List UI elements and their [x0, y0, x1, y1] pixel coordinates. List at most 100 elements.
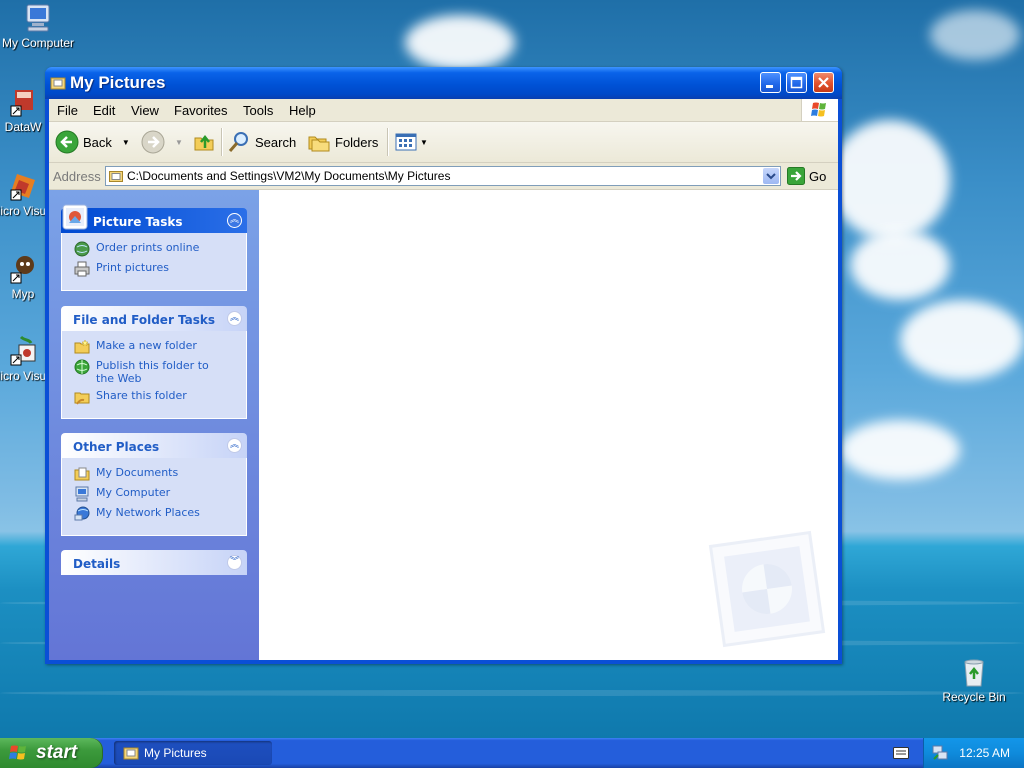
task-pane: Picture Tasks ︽ Order prints online Prin…	[49, 190, 259, 660]
start-button[interactable]: start	[0, 738, 103, 768]
visual-tool-icon	[10, 335, 36, 366]
visual-studio-icon	[10, 174, 35, 201]
maximize-icon	[790, 76, 803, 89]
chevron-down-icon[interactable]: ▼	[122, 138, 130, 147]
toolbar-separator	[387, 128, 389, 156]
menu-favorites[interactable]: Favorites	[174, 103, 227, 118]
cloud	[930, 10, 1020, 60]
recycle-bin-icon	[964, 659, 984, 687]
go-arrow-icon	[787, 167, 805, 185]
menu-edit[interactable]: Edit	[93, 103, 115, 118]
place-my-computer[interactable]: My Computer	[74, 486, 246, 506]
other-places-header[interactable]: Other Places ︽	[61, 433, 247, 458]
new-folder-icon	[74, 339, 90, 354]
network-status-icon[interactable]	[932, 745, 948, 761]
task-label: My Computer	[96, 486, 171, 499]
desktop-icon-label: Myp	[11, 287, 35, 301]
go-button[interactable]: Go	[787, 167, 826, 185]
desktop-icon-label: Recycle Bin	[942, 690, 1006, 704]
start-label: start	[36, 742, 78, 763]
task-label: My Documents	[96, 466, 179, 479]
search-label: Search	[255, 134, 297, 150]
back-label: Back	[83, 134, 112, 150]
task-label: My Network Places	[96, 506, 200, 519]
clock[interactable]: 12:25 AM	[959, 746, 1010, 760]
file-folder-tasks-header[interactable]: File and Folder Tasks ︽	[61, 306, 247, 331]
picture-tasks-header[interactable]: Picture Tasks ︽	[61, 204, 247, 233]
wave	[0, 690, 1024, 696]
share-folder-icon	[74, 392, 90, 405]
computer-icon	[26, 4, 50, 32]
menu-help[interactable]: Help	[289, 103, 316, 118]
my-documents-icon	[74, 467, 90, 481]
minimize-icon	[766, 85, 773, 88]
desktop-icon-my-computer[interactable]: My Computer	[0, 2, 76, 51]
keyboard-icon[interactable]	[893, 747, 909, 759]
up-folder-button[interactable]	[192, 130, 216, 154]
standard-toolbar: Back ▼ ▼ Search Folders ▼	[49, 122, 838, 163]
taskbar-window-label: My Pictures	[144, 746, 207, 760]
menu-view[interactable]: View	[131, 103, 159, 118]
maximize-button[interactable]	[786, 72, 807, 93]
forward-button[interactable]: ▼	[141, 130, 183, 154]
back-button[interactable]: Back ▼	[55, 130, 130, 154]
file-folder-tasks-title: File and Folder Tasks	[73, 313, 216, 327]
window-body: File Edit View Favorites Tools Help Back…	[49, 99, 838, 660]
close-button[interactable]	[813, 72, 834, 93]
picture-tasks-icon	[62, 204, 88, 230]
explorer-window: My Pictures File Edit View Favorites Too…	[45, 67, 842, 664]
close-icon	[818, 77, 829, 88]
other-places-title: Other Places	[73, 440, 160, 454]
search-button[interactable]: Search	[227, 130, 296, 154]
collapse-icon[interactable]: ︽	[227, 311, 242, 326]
up-folder-icon	[194, 134, 214, 151]
windows-flag-icon	[811, 102, 826, 117]
place-my-network-places[interactable]: My Network Places	[74, 506, 246, 526]
collapse-icon[interactable]: ︽	[227, 213, 242, 228]
printer-icon	[74, 261, 90, 277]
expand-icon[interactable]: ︾	[227, 555, 242, 570]
title-bar[interactable]: My Pictures	[45, 67, 842, 99]
task-label: Publish this folder to the Web	[96, 359, 209, 385]
folder-pictures-icon	[50, 77, 66, 90]
task-make-new-folder[interactable]: Make a new folder	[74, 339, 246, 359]
address-dropdown-button[interactable]	[763, 168, 779, 184]
forward-arrow-icon	[141, 130, 165, 154]
system-tray: 12:25 AM	[923, 738, 1024, 768]
place-my-documents[interactable]: My Documents	[74, 466, 246, 486]
address-label: Address	[53, 169, 101, 184]
folders-button[interactable]: Folders	[307, 130, 378, 154]
menu-file[interactable]: File	[57, 103, 78, 118]
minimize-button[interactable]	[760, 72, 781, 93]
task-order-prints-online[interactable]: Order prints online	[74, 241, 246, 261]
details-header[interactable]: Details ︾	[61, 550, 247, 575]
collapse-icon[interactable]: ︽	[227, 438, 242, 453]
task-print-pictures[interactable]: Print pictures	[74, 261, 246, 281]
task-label: Make a new folder	[96, 339, 197, 352]
network-places-icon	[74, 506, 90, 521]
desktop-icon-label: DataW	[4, 120, 42, 134]
go-label: Go	[809, 168, 827, 184]
task-label: Share this folder	[96, 389, 187, 402]
task-share-folder[interactable]: Share this folder	[74, 389, 246, 409]
folder-pictures-icon	[109, 171, 123, 182]
taskbar-window-my-pictures[interactable]: My Pictures	[114, 741, 272, 765]
other-places-body: My Documents My Computer My Network Plac…	[61, 458, 247, 536]
address-field[interactable]: C:\Documents and Settings\VM2\My Documen…	[105, 166, 781, 186]
desktop-icon-recycle-bin[interactable]: Recycle Bin	[936, 656, 1012, 705]
taskbar: start My Pictures 12:25 AM	[0, 738, 1024, 768]
publish-web-icon	[74, 359, 90, 375]
menu-tools[interactable]: Tools	[243, 103, 273, 118]
views-button[interactable]: ▼	[394, 130, 428, 154]
folder-content-area[interactable]	[259, 190, 838, 660]
chevron-down-icon[interactable]: ▼	[420, 138, 428, 147]
task-publish-folder-web[interactable]: Publish this folder to the Web	[74, 359, 246, 389]
desktop-icon-label: My Computer	[1, 36, 75, 50]
cloud	[840, 420, 960, 480]
menu-bar: File Edit View Favorites Tools Help	[49, 99, 838, 122]
folder-pictures-icon	[123, 747, 139, 760]
cloud	[850, 230, 950, 300]
picture-tasks-panel: Picture Tasks ︽ Order prints online Prin…	[61, 204, 247, 291]
file-folder-tasks-body: Make a new folder Publish this folder to…	[61, 331, 247, 419]
cloud	[900, 300, 1024, 380]
